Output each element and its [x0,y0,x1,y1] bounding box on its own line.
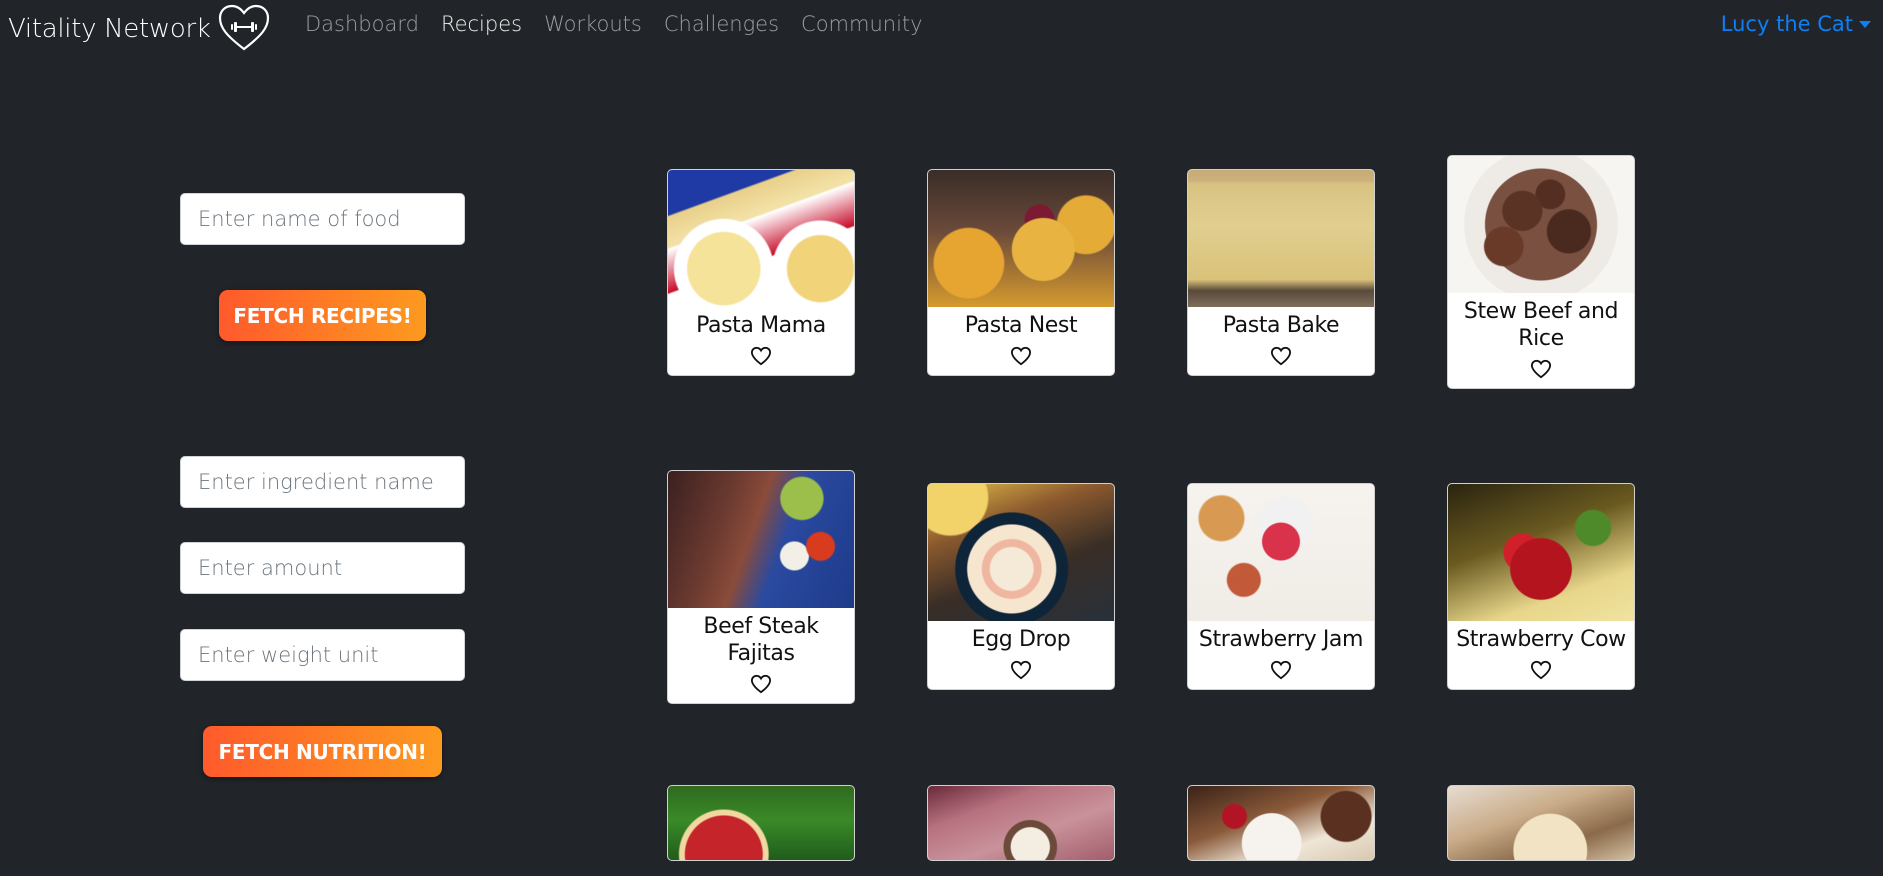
nav-dashboard[interactable]: Dashboard [305,12,419,36]
ingredient-name-input[interactable] [180,456,465,508]
user-menu-dropdown[interactable]: Lucy the Cat [1721,12,1871,36]
recipe-card[interactable]: Stew Beef and Rice [1447,155,1635,389]
recipe-title: Pasta Mama [696,313,826,338]
recipe-image [668,471,854,608]
recipe-card[interactable]: Strawberry Jam [1187,483,1375,690]
recipe-card[interactable] [1187,785,1375,861]
fetch-nutrition-button[interactable]: FETCH NUTRITION! [203,726,442,777]
recipe-card[interactable]: Strawberry Cow [1447,483,1635,690]
heart-outline-icon[interactable] [1530,359,1552,379]
recipe-card[interactable] [667,785,855,861]
recipe-card[interactable]: Pasta Bake [1187,169,1375,376]
recipe-image [1448,484,1634,621]
recipe-image [668,170,854,307]
recipe-card[interactable] [927,785,1115,861]
heart-outline-icon[interactable] [1270,660,1292,680]
heart-outline-icon[interactable] [1530,660,1552,680]
heart-outline-icon[interactable] [750,346,772,366]
recipe-card[interactable] [1447,785,1635,861]
recipe-image [1188,170,1374,307]
recipe-image [1448,786,1634,860]
nav-workouts[interactable]: Workouts [544,12,642,36]
heart-outline-icon[interactable] [1270,346,1292,366]
recipe-card[interactable]: Beef Steak Fajitas [667,470,855,704]
heart-outline-icon[interactable] [1010,660,1032,680]
recipe-card[interactable]: Egg Drop [927,483,1115,690]
recipe-image [1188,484,1374,621]
recipe-image [928,484,1114,621]
food-name-input[interactable] [180,193,465,245]
recipe-title: Pasta Nest [964,313,1078,338]
top-navbar: Vitality Network Dashboard Recipes Worko… [0,0,1883,51]
recipe-title: Strawberry Cow [1456,627,1626,652]
caret-down-icon [1859,20,1871,28]
recipe-title: Pasta Bake [1222,313,1340,338]
recipe-title: Beef Steak Fajitas [703,614,819,666]
recipe-image [1448,156,1634,293]
nav-recipes[interactable]: Recipes [441,12,522,36]
recipe-card[interactable]: Pasta Mama [667,169,855,376]
recipe-title: Strawberry Jam [1198,627,1364,652]
nav-links: Dashboard Recipes Workouts Challenges Co… [305,12,945,36]
heart-dumbbell-icon [218,4,269,51]
brand[interactable]: Vitality Network [8,4,271,54]
brand-name: Vitality Network [8,14,211,44]
recipe-image [928,170,1114,307]
recipe-image [928,786,1114,860]
recipe-image [668,786,854,860]
recipe-image [1188,786,1374,860]
nav-challenges[interactable]: Challenges [664,12,779,36]
recipe-card[interactable]: Pasta Nest [927,169,1115,376]
user-name: Lucy the Cat [1720,12,1853,36]
recipe-title: Egg Drop [971,627,1071,652]
heart-outline-icon[interactable] [750,674,772,694]
recipe-title: Stew Beef and Rice [1463,299,1619,351]
weight-unit-input[interactable] [180,629,465,681]
fetch-recipes-button[interactable]: FETCH RECIPES! [219,290,426,341]
nav-community[interactable]: Community [801,12,923,36]
heart-outline-icon[interactable] [1010,346,1032,366]
amount-input[interactable] [180,542,465,594]
